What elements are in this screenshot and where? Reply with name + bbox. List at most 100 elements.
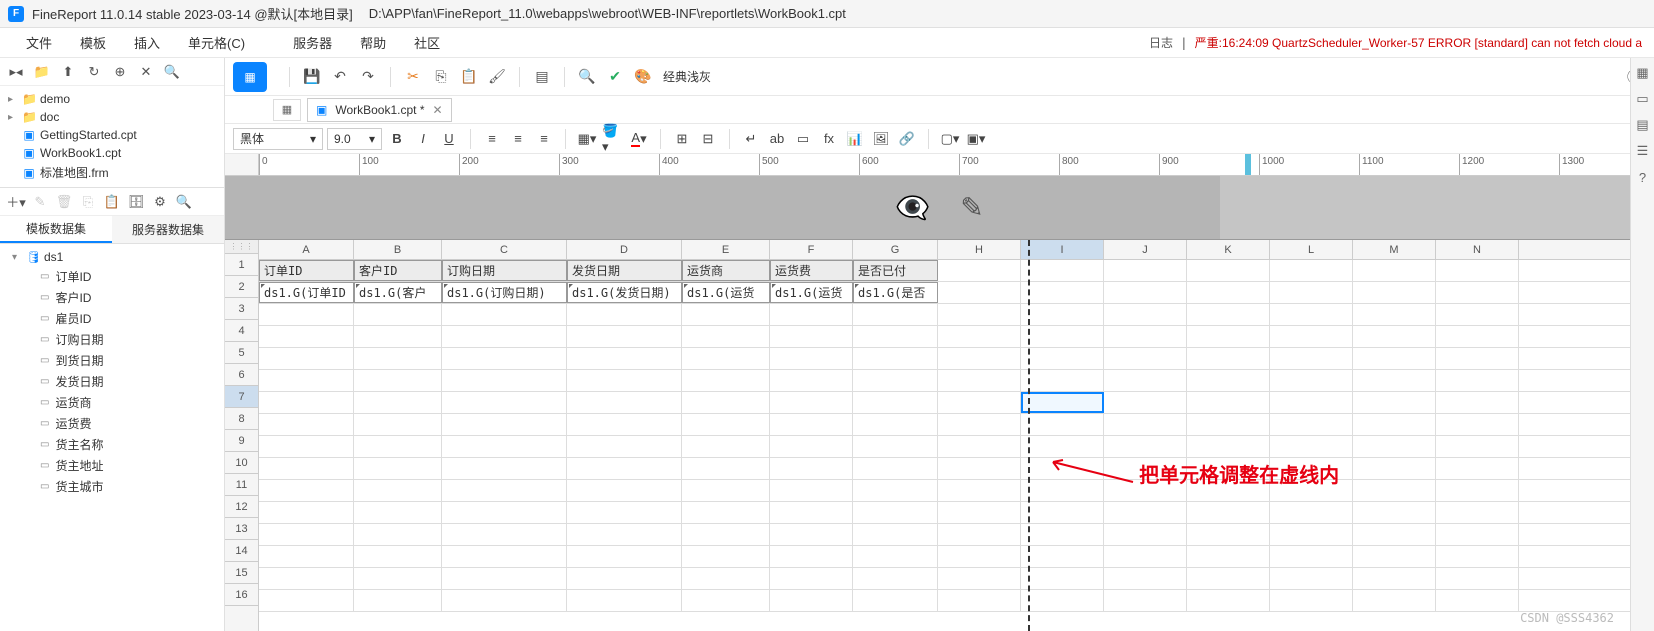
cell-B3[interactable] [354,304,442,325]
cell-E3[interactable] [682,304,770,325]
tree-item[interactable]: ▣GettingStarted.cpt [0,126,224,144]
cell-H7[interactable] [938,392,1021,413]
cell-H5[interactable] [938,348,1021,369]
cell-L11[interactable] [1270,480,1353,501]
cell-M7[interactable] [1353,392,1436,413]
cell-H9[interactable] [938,436,1021,457]
cell-J13[interactable] [1104,524,1187,545]
search-icon[interactable]: 🔍 [162,62,182,82]
cell-D14[interactable] [567,546,682,567]
cell-I7[interactable] [1021,392,1104,413]
cell-I8[interactable] [1021,414,1104,435]
cell-A14[interactable] [259,546,354,567]
cell-N12[interactable] [1436,502,1519,523]
column-header-E[interactable]: E [682,240,770,259]
paste-dataset-icon[interactable]: 📋 [102,192,122,212]
column-header-M[interactable]: M [1353,240,1436,259]
cell-K8[interactable] [1187,414,1270,435]
cell-D6[interactable] [567,370,682,391]
page-header-area[interactable]: 👁‍🗨 ✎ [225,176,1654,240]
cell-J3[interactable] [1104,304,1187,325]
cell-C7[interactable] [442,392,567,413]
row-header-5[interactable]: 5 [225,342,258,364]
cell-N11[interactable] [1436,480,1519,501]
cell-G14[interactable] [853,546,938,567]
cell-D2[interactable]: ds1.G(发货日期) [567,282,682,303]
dataset-field[interactable]: ▭订购日期 [0,329,224,350]
cell-D7[interactable] [567,392,682,413]
check-icon[interactable]: ✔ [603,65,627,89]
cell-L1[interactable] [1270,260,1353,281]
cell-M8[interactable] [1353,414,1436,435]
cell-G2[interactable]: ds1.G(是否 [853,282,938,303]
cell-E1[interactable]: 运货商 [682,260,770,281]
cell-C15[interactable] [442,568,567,589]
cell-K13[interactable] [1187,524,1270,545]
font-color-icon[interactable]: A▾ [628,128,650,150]
cell-J5[interactable] [1104,348,1187,369]
cell-E10[interactable] [682,458,770,479]
cell-I6[interactable] [1021,370,1104,391]
tree-item[interactable]: ▸📁demo [0,90,224,108]
cell-B1[interactable]: 客户ID [354,260,442,281]
border-icon[interactable]: ▦▾ [576,128,598,150]
chart-icon[interactable]: 📊 [844,128,866,150]
row-header-12[interactable]: 12 [225,496,258,518]
column-header-D[interactable]: D [567,240,682,259]
cell-B6[interactable] [354,370,442,391]
cell-N16[interactable] [1436,590,1519,611]
cell-K1[interactable] [1187,260,1270,281]
cell-B11[interactable] [354,480,442,501]
column-header-I[interactable]: I [1021,240,1104,259]
cell-J11[interactable] [1104,480,1187,501]
cell-K16[interactable] [1187,590,1270,611]
row-header-7[interactable]: 7 [225,386,258,408]
cell-C10[interactable] [442,458,567,479]
cell-G9[interactable] [853,436,938,457]
cell-A8[interactable] [259,414,354,435]
cell-C14[interactable] [442,546,567,567]
cell-G12[interactable] [853,502,938,523]
dataset-field[interactable]: ▭雇员ID [0,308,224,329]
underline-icon[interactable]: U [438,128,460,150]
cell-E8[interactable] [682,414,770,435]
cell-A4[interactable] [259,326,354,347]
cell-A10[interactable] [259,458,354,479]
row-header-3[interactable]: 3 [225,298,258,320]
cell-N1[interactable] [1436,260,1519,281]
wrap-icon[interactable]: ↵ [740,128,762,150]
cell-G10[interactable] [853,458,938,479]
cell-L10[interactable] [1270,458,1353,479]
cell-J4[interactable] [1104,326,1187,347]
cell-M12[interactable] [1353,502,1436,523]
column-header-N[interactable]: N [1436,240,1519,259]
column-header-G[interactable]: G [853,240,938,259]
dataset-field[interactable]: ▭客户ID [0,287,224,308]
cell-E13[interactable] [682,524,770,545]
cell-M9[interactable] [1353,436,1436,457]
cell-L8[interactable] [1270,414,1353,435]
cell-C1[interactable]: 订购日期 [442,260,567,281]
cell-E7[interactable] [682,392,770,413]
cell-H16[interactable] [938,590,1021,611]
cell-M6[interactable] [1353,370,1436,391]
cell-B14[interactable] [354,546,442,567]
delete-dataset-icon[interactable]: 🗑 [54,192,74,212]
cell-K6[interactable] [1187,370,1270,391]
cell-K10[interactable] [1187,458,1270,479]
cell-J12[interactable] [1104,502,1187,523]
menu-insert[interactable]: 插入 [120,29,174,56]
link-icon[interactable]: 🔗 [896,128,918,150]
cell-I3[interactable] [1021,304,1104,325]
column-header-J[interactable]: J [1104,240,1187,259]
cell-M14[interactable] [1353,546,1436,567]
cell-H14[interactable] [938,546,1021,567]
cell-B10[interactable] [354,458,442,479]
cell-E4[interactable] [682,326,770,347]
cell-N5[interactable] [1436,348,1519,369]
cell-I15[interactable] [1021,568,1104,589]
cell-J7[interactable] [1104,392,1187,413]
preview-button[interactable]: ▦ [233,62,267,92]
add-dataset-icon[interactable]: ＋▾ [6,192,26,212]
cell-B12[interactable] [354,502,442,523]
